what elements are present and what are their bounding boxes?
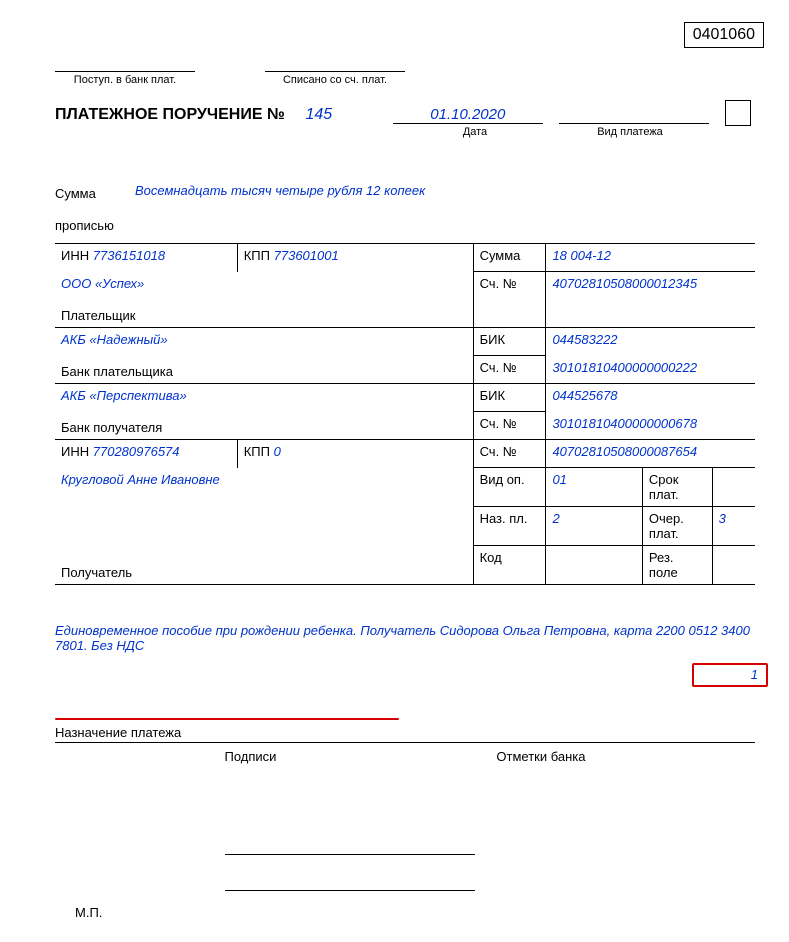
sum-label: Сумма [473,244,546,272]
amount-words-label2: прописью [55,215,135,237]
payer-label: Плательщик [55,300,473,328]
podpisi-label: Подписи [224,749,276,764]
naz-pl-label: Наз. пл. [473,507,546,546]
ocher: 3 [719,511,726,526]
doc-number: 145 [289,106,349,124]
red-underline [55,715,399,722]
payer-bank-label: Банк плательщика [55,356,473,384]
payment-table: ИНН 7736151018 КПП 773601001 Сумма 18 00… [55,243,755,585]
mp-label: М.П. [75,905,102,920]
recv-inn-label: ИНН [61,444,89,459]
recv-bank-name: АКБ «Перспектива» [61,388,187,403]
vid-op: 01 [552,472,566,487]
recv-inn: 770280976574 [93,444,180,459]
kpp-label: КПП [244,248,270,263]
bik-label: БИК [473,328,546,356]
spisano-label: Списано со сч. плат. [265,74,405,86]
payer-account: 40702810508000012345 [552,276,697,291]
amount-words-label1: Сумма [55,183,135,205]
sch-no-label-2: Сч. № [473,356,546,384]
bik-label-2: БИК [473,384,546,412]
postup-label: Поступ. в банк плат. [55,74,195,86]
payment-purpose: Единовременное пособие при рождении ребе… [55,623,755,653]
otmetki-label: Отметки банка [496,749,585,764]
sch-no-label: Сч. № [473,272,546,328]
ocher-label: Очер. плат. [642,507,712,546]
payer-name: ООО «Успех» [61,276,144,291]
payer-bank-name: АКБ «Надежный» [61,332,168,347]
payer-inn: 7736151018 [93,248,165,263]
sch-no-label-3: Сч. № [473,412,546,440]
srok-label: Срок плат. [642,468,712,507]
sch-no-label-4: Сч. № [473,440,546,468]
date-label: Дата [400,126,550,138]
payer-bank-bik: 044583222 [552,332,617,347]
recv-bank-bik: 044525678 [552,388,617,403]
recv-account: 40702810508000087654 [552,444,697,459]
payer-kpp: 773601001 [274,248,339,263]
kod-label: Код [473,546,546,585]
recv-label: Получатель [55,546,473,585]
doc-title: ПЛАТЕЖНОЕ ПОРУЧЕНИЕ № [55,106,285,124]
inn-label: ИНН [61,248,89,263]
status-box [725,100,751,126]
form-code: 0401060 [684,22,764,48]
amount-words: Восемнадцать тысяч четыре рубля 12 копее… [135,183,759,237]
signature-lines [225,819,759,891]
rez-label: Рез. поле [642,546,712,585]
recv-bank-label: Банк получателя [55,412,473,440]
sum-value: 18 004-12 [552,248,611,263]
payment-kind-field [559,104,709,124]
recv-name: Кругловой Анне Ивановне [61,472,220,487]
highlight-field: 1 [692,663,768,687]
payer-bank-acc: 30101810400000000222 [552,360,697,375]
vid-op-label: Вид оп. [473,468,546,507]
recv-kpp: 0 [274,444,281,459]
vid-platezha-label: Вид платежа [550,126,710,138]
doc-date: 01.10.2020 [393,106,543,124]
recv-bank-acc: 30101810400000000678 [552,416,697,431]
top-stamps-row: Поступ. в банк плат. Списано со сч. плат… [55,58,759,86]
naz-pl: 2 [552,511,559,526]
naz-platezha-label: Назначение платежа [55,725,755,743]
recv-kpp-label: КПП [244,444,270,459]
